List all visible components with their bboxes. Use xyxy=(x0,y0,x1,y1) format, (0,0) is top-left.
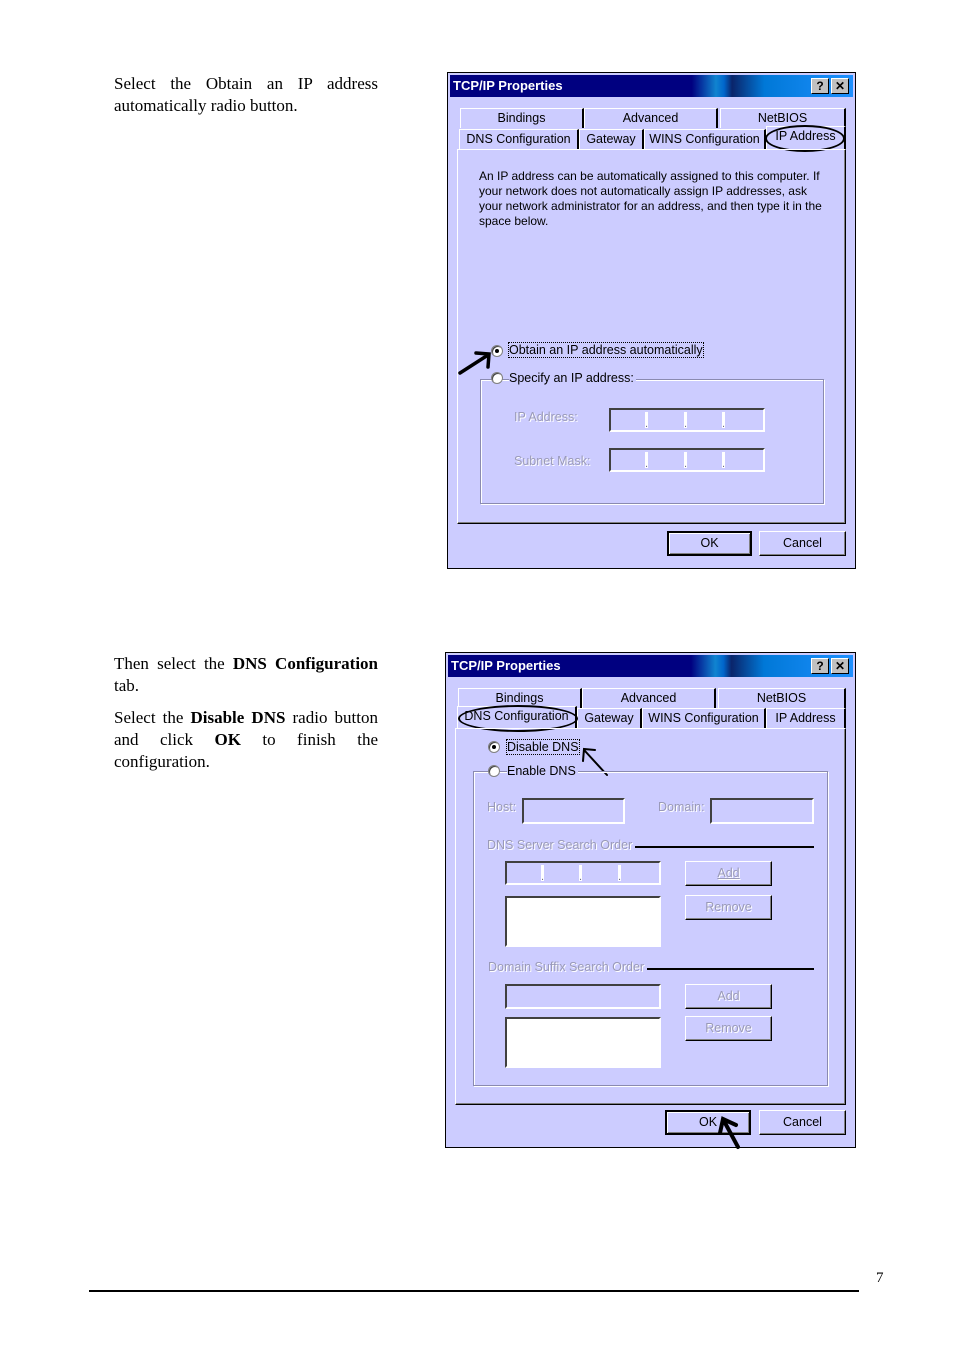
domain-suffix-input[interactable] xyxy=(505,984,661,1009)
ok-button[interactable]: OK xyxy=(667,531,752,556)
tab-gateway[interactable]: Gateway xyxy=(577,708,642,728)
label-text: Disable DNS xyxy=(507,740,579,754)
dialog-title: TCP/IP Properties xyxy=(451,658,561,673)
footer-rule xyxy=(89,1290,859,1292)
title-bar[interactable]: TCP/IP Properties ? ✕ xyxy=(448,655,853,677)
button-label: Remove xyxy=(705,900,752,914)
instruction-step-3: Select the Disable DNS radio button and … xyxy=(114,707,378,773)
button-label: Add xyxy=(717,866,740,880)
ip-dot xyxy=(579,865,582,883)
separator xyxy=(631,846,814,848)
bold-text: Disable DNS xyxy=(190,708,286,727)
close-button[interactable]: ✕ xyxy=(831,78,849,94)
ip-dot xyxy=(618,865,621,883)
tcpip-properties-dialog-ip: TCP/IP Properties ? ✕ Bindings Advanced … xyxy=(447,72,856,569)
tab-row-back: Bindings Advanced NetBIOS xyxy=(458,108,846,128)
domain-input[interactable] xyxy=(710,798,814,824)
domain-label: Domain: xyxy=(658,800,705,814)
text: tab. xyxy=(114,676,140,695)
ip-address-input[interactable] xyxy=(609,408,765,432)
tab-dns-configuration[interactable]: DNS Configuration xyxy=(459,129,579,149)
tab-panel: Disable DNS Enable DNS Host: Domain: DNS… xyxy=(455,728,846,1105)
tcpip-properties-dialog-dns: TCP/IP Properties ? ✕ Bindings Advanced … xyxy=(445,652,856,1149)
tab-advanced[interactable]: Advanced xyxy=(582,688,716,708)
radio-enable-dns[interactable] xyxy=(488,765,500,777)
description-text: An IP address can be automatically assig… xyxy=(479,169,822,228)
annotation-cursor-arrow xyxy=(718,1116,740,1149)
host-label: Host: xyxy=(487,800,517,814)
ip-dot xyxy=(645,412,648,430)
dns-server-list[interactable] xyxy=(505,896,661,947)
dns-server-ip-input[interactable] xyxy=(505,861,661,885)
tab-netbios[interactable]: NetBIOS xyxy=(718,688,846,708)
ip-address-label: IP Address: xyxy=(514,410,578,424)
text: Then select the xyxy=(114,654,233,673)
host-input[interactable] xyxy=(522,798,625,824)
close-button[interactable]: ✕ xyxy=(831,658,849,674)
instruction-step-1: Select the Obtain an IP address automati… xyxy=(114,74,378,115)
dns-add-button[interactable]: Add xyxy=(685,861,772,886)
suffix-add-button[interactable]: Add xyxy=(685,984,772,1009)
radio-specify-ip-label[interactable]: Specify an IP address: xyxy=(509,371,636,385)
tab-wins-configuration[interactable]: WINS Configuration xyxy=(644,129,766,149)
ip-dot xyxy=(645,452,648,470)
radio-specify-ip[interactable] xyxy=(491,372,503,384)
radio-enable-dns-label[interactable]: Enable DNS xyxy=(507,764,578,778)
ip-dot xyxy=(541,865,544,883)
radio-obtain-ip-label[interactable]: Obtain an IP address automatically xyxy=(508,342,704,358)
tab-gateway[interactable]: Gateway xyxy=(579,129,644,149)
radio-disable-dns-label[interactable]: Disable DNS xyxy=(506,739,580,755)
dns-server-order-label: DNS Server Search Order xyxy=(487,838,636,852)
ip-dot xyxy=(684,452,687,470)
cancel-button[interactable]: Cancel xyxy=(759,1110,846,1135)
text: Select the xyxy=(114,708,191,727)
domain-suffix-list[interactable] xyxy=(505,1017,661,1068)
tab-netbios[interactable]: NetBIOS xyxy=(720,108,846,128)
help-button[interactable]: ? xyxy=(811,658,829,674)
specify-ip-group xyxy=(480,379,824,504)
annotation-circle xyxy=(765,125,845,152)
separator xyxy=(642,968,814,970)
cancel-button[interactable]: Cancel xyxy=(759,531,846,556)
title-bar[interactable]: TCP/IP Properties ? ✕ xyxy=(450,75,853,97)
tab-bindings[interactable]: Bindings xyxy=(460,108,584,128)
tab-panel: An IP address can be automatically assig… xyxy=(457,149,846,524)
suffix-remove-button[interactable]: Remove xyxy=(685,1016,772,1041)
subnet-mask-input[interactable] xyxy=(609,448,765,472)
instruction-step-2: Then select the DNS Configuration tab. xyxy=(114,653,378,697)
help-button[interactable]: ? xyxy=(811,78,829,94)
annotation-arrow xyxy=(458,351,491,375)
tab-advanced[interactable]: Advanced xyxy=(584,108,718,128)
domain-suffix-order-label: Domain Suffix Search Order xyxy=(488,960,648,974)
bold-text: OK xyxy=(214,730,241,749)
subnet-mask-label: Subnet Mask: xyxy=(514,454,591,468)
radio-disable-dns[interactable] xyxy=(488,741,500,753)
page-number: 7 xyxy=(876,1270,884,1286)
ip-dot xyxy=(722,412,725,430)
ip-dot xyxy=(722,452,725,470)
tab-wins-configuration[interactable]: WINS Configuration xyxy=(642,708,766,728)
dialog-title: TCP/IP Properties xyxy=(453,78,563,93)
tab-ip-address[interactable]: IP Address xyxy=(766,708,846,728)
dns-remove-button[interactable]: Remove xyxy=(685,895,772,920)
bold-text: DNS Configuration xyxy=(232,654,378,673)
ip-dot xyxy=(684,412,687,430)
